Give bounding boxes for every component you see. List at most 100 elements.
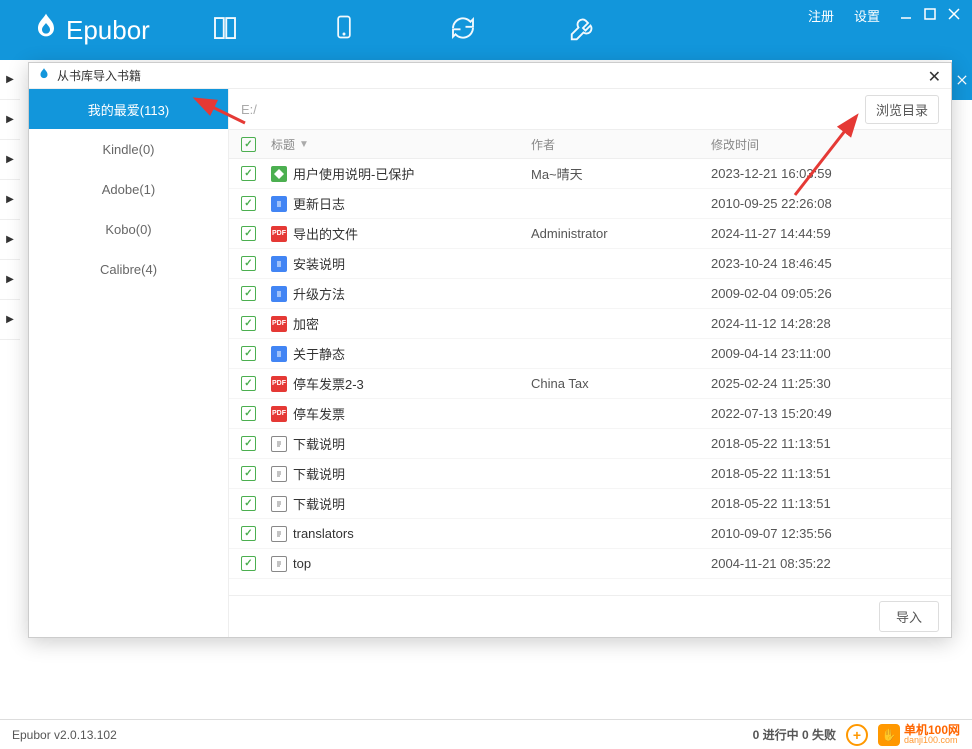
library-icon[interactable] [210, 13, 240, 48]
doc-icon [271, 256, 287, 272]
row-checkbox[interactable]: ✓ [241, 286, 256, 301]
epub-icon [271, 166, 287, 182]
file-row[interactable]: ✓translators2010-09-07 12:35:56 [229, 519, 951, 549]
app-logo: Epubor [0, 11, 150, 50]
sidebar-item[interactable]: Adobe(1) [29, 169, 228, 209]
add-button[interactable]: + [846, 724, 868, 746]
file-author: Ma~晴天 [531, 164, 711, 183]
file-row[interactable]: ✓安装说明2023-10-24 18:46:45 [229, 249, 951, 279]
file-row[interactable]: ✓升级方法2009-02-04 09:05:26 [229, 279, 951, 309]
tools-icon[interactable] [568, 13, 598, 48]
rail-item[interactable]: ▶ [0, 60, 20, 100]
file-row[interactable]: ✓PDF停车发票2022-07-13 15:20:49 [229, 399, 951, 429]
left-rail: ▶ ▶ ▶ ▶ ▶ ▶ ▶ [0, 60, 20, 660]
file-row[interactable]: ✓下载说明2018-05-22 11:13:51 [229, 459, 951, 489]
right-rail-toggle[interactable] [952, 60, 972, 100]
sidebar-item[interactable]: Calibre(4) [29, 249, 228, 289]
row-checkbox[interactable]: ✓ [241, 466, 256, 481]
import-button[interactable]: 导入 [879, 601, 939, 632]
file-title: 下载说明 [293, 494, 345, 513]
pdf-icon: PDF [271, 226, 287, 242]
pdf-icon: PDF [271, 376, 287, 392]
file-date: 2024-11-27 14:44:59 [711, 226, 939, 241]
txt-icon [271, 496, 287, 512]
app-header: Epubor 注册 设置 [0, 0, 972, 60]
row-checkbox[interactable]: ✓ [241, 166, 256, 181]
maximize-button[interactable] [924, 8, 936, 23]
row-checkbox[interactable]: ✓ [241, 316, 256, 331]
progress-label: 0 进行中 0 失败 [753, 726, 836, 743]
file-title: 关于静态 [293, 344, 345, 363]
logo-text: Epubor [66, 15, 150, 46]
file-date: 2024-11-12 14:28:28 [711, 316, 939, 331]
device-icon[interactable] [330, 13, 358, 48]
file-row[interactable]: ✓用户使用说明-已保护Ma~晴天2023-12-21 16:03:59 [229, 159, 951, 189]
watermark: ✋ 单机100网 danji100.com [878, 724, 960, 746]
file-row[interactable]: ✓PDF加密2024-11-12 14:28:28 [229, 309, 951, 339]
row-checkbox[interactable]: ✓ [241, 526, 256, 541]
row-checkbox[interactable]: ✓ [241, 436, 256, 451]
file-title: 停车发票 [293, 404, 345, 423]
file-date: 2004-11-21 08:35:22 [711, 556, 939, 571]
file-row[interactable]: ✓ PDF 导出的文件 Administrator2024-11-27 14:44:5… [229, 219, 951, 249]
column-date[interactable]: 修改时间 [711, 136, 939, 153]
settings-link[interactable]: 设置 [854, 6, 880, 25]
content-area: E:/ 浏览目录 ✓ 标题 ▼ 作者 修改时间 ✓用户使用说明-已保护Ma~晴天… [229, 89, 951, 637]
file-row[interactable]: ✓ 关于静态 2009-04-14 23:11:00 [229, 339, 951, 369]
file-date: 2010-09-07 12:35:56 [711, 526, 939, 541]
register-link[interactable]: 注册 [808, 6, 834, 25]
file-title: 下载说明 [293, 464, 345, 483]
minimize-button[interactable] [900, 8, 912, 23]
row-checkbox[interactable]: ✓ [241, 406, 256, 421]
txt-icon [271, 526, 287, 542]
select-all-checkbox[interactable]: ✓ [241, 137, 256, 152]
row-checkbox[interactable]: ✓ [241, 196, 256, 211]
file-row[interactable]: ✓PDF停车发票2-3China Tax2025-02-24 11:25:30 [229, 369, 951, 399]
row-checkbox[interactable]: ✓ [241, 496, 256, 511]
file-row[interactable]: ✓更新日志2010-09-25 22:26:08 [229, 189, 951, 219]
row-checkbox[interactable]: ✓ [241, 226, 256, 241]
watermark-url: danji100.com [904, 736, 960, 745]
rail-item[interactable]: ▶ [0, 100, 20, 140]
rail-item[interactable]: ▶ [0, 300, 20, 340]
flame-icon [30, 11, 62, 50]
close-button[interactable] [948, 8, 960, 23]
rail-item[interactable]: ▶ [0, 180, 20, 220]
file-date: 2009-02-04 09:05:26 [711, 286, 939, 301]
txt-icon [271, 436, 287, 452]
pdf-icon: PDF [271, 316, 287, 332]
column-author[interactable]: 作者 [531, 136, 711, 153]
file-row[interactable]: ✓下载说明2018-05-22 11:13:51 [229, 429, 951, 459]
file-list: ✓用户使用说明-已保护Ma~晴天2023-12-21 16:03:59✓更新日志… [229, 159, 951, 595]
file-row[interactable]: ✓下载说明2018-05-22 11:13:51 [229, 489, 951, 519]
row-checkbox[interactable]: ✓ [241, 256, 256, 271]
doc-icon [271, 286, 287, 302]
file-date: 2009-04-14 23:11:00 [711, 346, 939, 361]
dialog-close-button[interactable]: ✕ [928, 67, 941, 87]
dialog-title: 从书库导入书籍 [57, 67, 141, 84]
sidebar-item[interactable]: Kindle(0) [29, 129, 228, 169]
rail-item[interactable]: ▶ [0, 220, 20, 260]
toolbar [210, 13, 598, 48]
sync-icon[interactable] [448, 13, 478, 48]
sidebar-item[interactable]: 我的最爱(113) [29, 89, 228, 129]
path-label: E:/ [241, 102, 857, 117]
header-right: 注册 设置 [808, 6, 960, 25]
row-checkbox[interactable]: ✓ [241, 376, 256, 391]
column-title[interactable]: 标题 ▼ [271, 136, 531, 153]
file-author: Administrator [531, 226, 711, 241]
browse-button[interactable]: 浏览目录 [865, 95, 939, 124]
sort-indicator-icon: ▼ [299, 139, 309, 150]
row-checkbox[interactable]: ✓ [241, 346, 256, 361]
window-controls [900, 8, 960, 23]
file-date: 2025-02-24 11:25:30 [711, 376, 939, 391]
file-title: 导出的文件 [293, 224, 358, 243]
version-label: Epubor v2.0.13.102 [12, 728, 753, 742]
rail-item[interactable]: ▶ [0, 260, 20, 300]
file-row[interactable]: ✓top2004-11-21 08:35:22 [229, 549, 951, 579]
file-date: 2023-10-24 18:46:45 [711, 256, 939, 271]
rail-item[interactable]: ▶ [0, 140, 20, 180]
file-author: China Tax [531, 376, 711, 391]
sidebar-item[interactable]: Kobo(0) [29, 209, 228, 249]
row-checkbox[interactable]: ✓ [241, 556, 256, 571]
